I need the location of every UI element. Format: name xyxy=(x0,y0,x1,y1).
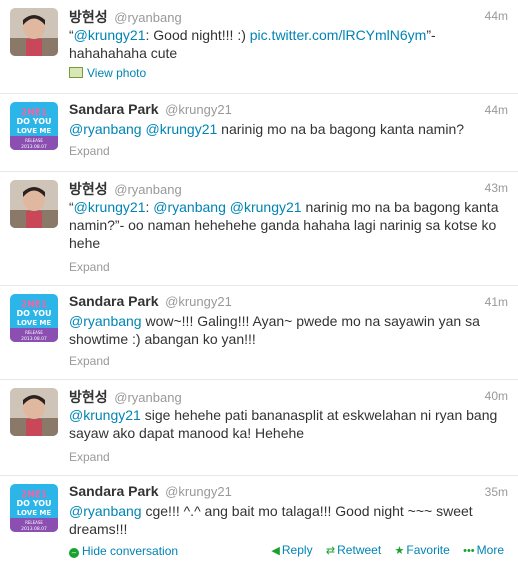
tweet-text: @ryanbang cge!!! ^.^ ang bait mo talaga!… xyxy=(69,503,473,537)
pic-link[interactable]: pic.twitter.com/lRCYmlN6ym xyxy=(250,27,427,43)
expand-link[interactable]: Expand xyxy=(69,144,110,158)
mention-link[interactable]: @krungy21 xyxy=(74,27,146,43)
tweet-time[interactable]: 41m xyxy=(485,295,508,309)
mention-link[interactable]: @ryanbang xyxy=(69,121,142,137)
tweet-time[interactable]: 40m xyxy=(485,389,508,403)
favorite-button[interactable]: ★ Favorite xyxy=(395,543,450,557)
author-handle[interactable]: @krungy21 xyxy=(165,294,232,309)
tweet-actions: ◀ Reply ⇄ Retweet ★ Favorite ••• More xyxy=(261,543,504,557)
tweet-time[interactable]: 44m xyxy=(485,103,508,117)
svg-text:DO YOU: DO YOU xyxy=(16,117,51,126)
author-handle[interactable]: @ryanbang xyxy=(114,182,181,197)
author-handle[interactable]: @krungy21 xyxy=(165,102,232,117)
tweet-time[interactable]: 43m xyxy=(485,181,508,195)
mention-link[interactable]: @ryanbang xyxy=(153,199,226,215)
author-name[interactable]: Sandara Park xyxy=(69,293,159,309)
svg-text:DO YOU: DO YOU xyxy=(16,309,51,318)
tweet-text: “@krungy21: @ryanbang @krungy21 narinig … xyxy=(69,199,499,251)
author-name[interactable]: 방현성 xyxy=(69,9,108,25)
star-icon: ★ xyxy=(394,545,405,557)
mention-link[interactable]: @krungy21 xyxy=(69,407,141,423)
mention-link[interactable]: @ryanbang xyxy=(69,503,142,519)
author-name[interactable]: Sandara Park xyxy=(69,483,159,499)
mention-link[interactable]: @ryanbang xyxy=(69,313,142,329)
expand-link[interactable]: Expand xyxy=(69,354,110,368)
mention-link[interactable]: @krungy21 xyxy=(74,199,146,215)
svg-text:LOVE ME: LOVE ME xyxy=(17,319,52,327)
view-photo-link[interactable]: View photo xyxy=(69,66,146,80)
avatar[interactable] xyxy=(10,8,58,56)
expand-link[interactable]: Expand xyxy=(69,260,110,274)
avatar[interactable]: 2NE1 DO YOU LOVE ME RELEASE 2013.08.07 xyxy=(10,102,58,150)
hide-conversation-link[interactable]: – Hide conversation xyxy=(69,544,178,558)
svg-text:RELEASE: RELEASE xyxy=(25,138,43,143)
author-handle[interactable]: @ryanbang xyxy=(114,390,181,405)
avatar[interactable]: 2NE1 DO YOU LOVE ME RELEASE 2013.08.07 xyxy=(10,294,58,342)
svg-text:LOVE ME: LOVE ME xyxy=(17,127,52,135)
avatar[interactable] xyxy=(10,180,58,228)
author-name[interactable]: Sandara Park xyxy=(69,101,159,117)
more-button[interactable]: ••• More xyxy=(463,543,504,557)
tweet[interactable]: 방현성 @ryanbang 40m @krungy21 sige hehehe … xyxy=(0,380,518,476)
reply-button[interactable]: ◀ Reply xyxy=(271,543,312,557)
tweet-text: @krungy21 sige hehehe pati bananasplit a… xyxy=(69,407,498,441)
tweet-time[interactable]: 35m xyxy=(485,485,508,499)
tweet[interactable]: 2NE1 DO YOU LOVE ME RELEASE 2013.08.07 S… xyxy=(0,94,518,172)
photo-icon xyxy=(69,67,83,78)
tweet-text: @ryanbang @krungy21 narinig mo na ba bag… xyxy=(69,121,465,137)
tweet[interactable]: 방현성 @ryanbang 44m “@krungy21: Good night… xyxy=(0,0,518,94)
tweet[interactable]: 방현성 @ryanbang 43m “@krungy21: @ryanbang … xyxy=(0,172,518,286)
svg-text:LOVE ME: LOVE ME xyxy=(17,509,52,517)
mention-link[interactable]: @krungy21 xyxy=(230,199,302,215)
avatar[interactable] xyxy=(10,388,58,436)
tweet-text: @ryanbang wow~!!! Galing!!! Ayan~ pwede … xyxy=(69,313,480,347)
retweet-button[interactable]: ⇄ Retweet xyxy=(326,543,381,557)
svg-text:DO YOU: DO YOU xyxy=(16,499,51,508)
svg-text:2013.08.07: 2013.08.07 xyxy=(21,336,47,342)
author-name[interactable]: 방현성 xyxy=(69,181,108,197)
author-handle[interactable]: @krungy21 xyxy=(165,484,232,499)
retweet-icon: ⇄ xyxy=(325,545,336,557)
svg-text:2013.08.07: 2013.08.07 xyxy=(21,144,47,150)
svg-text:RELEASE: RELEASE xyxy=(25,520,43,525)
svg-text:RELEASE: RELEASE xyxy=(25,330,43,335)
avatar[interactable]: 2NE1 DO YOU LOVE ME RELEASE 2013.08.07 xyxy=(10,484,58,532)
more-dots-icon: ••• xyxy=(463,545,475,557)
tweet-time[interactable]: 44m xyxy=(485,9,508,23)
minus-circle-icon: – xyxy=(69,548,79,558)
tweet[interactable]: 2NE1 DO YOU LOVE ME RELEASE 2013.08.07 S… xyxy=(0,286,518,380)
mention-link[interactable]: @krungy21 xyxy=(145,121,217,137)
expand-link[interactable]: Expand xyxy=(69,450,110,464)
author-handle[interactable]: @ryanbang xyxy=(114,10,181,25)
svg-text:2013.08.07: 2013.08.07 xyxy=(21,526,47,532)
tweet-text: “@krungy21: Good night!!! :) pic.twitter… xyxy=(69,27,436,61)
reply-icon: ◀ xyxy=(271,545,280,557)
author-name[interactable]: 방현성 xyxy=(69,389,108,405)
